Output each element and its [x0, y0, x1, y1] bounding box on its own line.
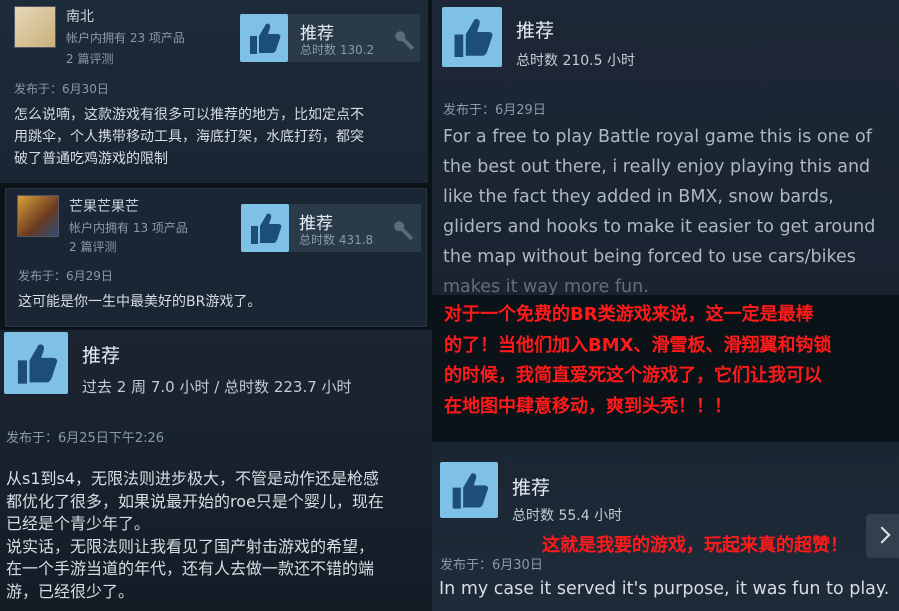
posted-date: 发布于：6月29日 [443, 103, 546, 118]
review-count[interactable]: 2 篇评测 [69, 238, 116, 255]
review-line: the map without being forced to use cars… [443, 247, 856, 267]
review-line: like the fact they added in BMX, snow ba… [443, 187, 834, 207]
translation-line: 的时候，我简直爱死这个游戏了，它们让我可以 [444, 365, 822, 386]
posted-date: 发布于：6月30日 [14, 82, 109, 96]
posted-date: 发布于：6月29日 [18, 269, 113, 283]
translation-line: 对于一个免费的BR类游戏来说，这一定是最棒 [444, 304, 814, 325]
translation-line: 在地图中肆意移动，爽到头秃！！！ [444, 395, 732, 417]
username[interactable]: 南北 [66, 6, 94, 26]
review-card-4: 推荐 总时数 210.5 小时 发布于：6月29日 For a free to … [432, 0, 899, 295]
chevron-right-icon [873, 526, 891, 544]
next-arrow-button[interactable] [866, 514, 899, 558]
hours-played: 总时数 55.4 小时 [512, 508, 623, 524]
avatar[interactable] [14, 6, 56, 48]
review-line: For a free to play Battle royal game thi… [443, 127, 872, 147]
thumbs-up-icon [240, 14, 288, 62]
review-line: the best out there, i really enjoy playi… [443, 157, 871, 177]
review-line: 都优化了很多，如果说最开始的roe只是个婴儿，现在 [6, 491, 384, 511]
hours-played: 总时数 130.2 [300, 43, 375, 57]
review-line: 破了普通吃鸡游戏的限制 [14, 151, 168, 167]
products-owned[interactable]: 帐户内拥有 13 项产品 [69, 219, 188, 236]
review-card-5: 推荐 总时数 55.4 小时 这就是我要的游戏，玩起来真的超赞！ 发布于：6月3… [432, 442, 899, 611]
verdict-label: 推荐 [512, 477, 551, 499]
key-icon [395, 31, 414, 50]
review-body: 从s1到s4，无限法则进步极大，不管是动作还是枪感 都优化了很多，如果说最开始的… [6, 468, 384, 603]
review-line: 用跳伞，个人携带移动工具，海底打架，水底打药，都突 [14, 129, 364, 145]
avatar[interactable] [17, 195, 59, 237]
thumbs-up-icon [241, 204, 289, 252]
review-body: For a free to play Battle royal game thi… [443, 122, 875, 295]
review-line: 这可能是你一生中最美好的BR游戏了。 [18, 294, 262, 310]
review-line: In my case it served it's purpose, it wa… [439, 579, 890, 599]
review-body: 怎么说喃，这款游戏有很多可以推荐的地方，比如定点不 用跳伞，个人携带移动工具，海… [14, 104, 364, 170]
review-line: 游，已经很少了。 [6, 581, 135, 601]
verdict-label: 推荐 [516, 20, 555, 42]
verdict-label: 推荐 [82, 345, 121, 367]
hours-played: 总时数 210.5 小时 [516, 53, 635, 69]
review-line: makes it way more fun. [443, 277, 649, 295]
review-line: gliders and hooks to make it easier to g… [443, 217, 876, 237]
hours-played: 总时数 431.8 [299, 233, 374, 247]
posted-date: 发布于：6月30日 [440, 558, 543, 573]
translation-line: 的了！当他们加入BMX、滑雪板、滑翔翼和钩锁 [444, 334, 832, 356]
thumbs-up-icon [440, 462, 498, 518]
verdict-box: 推荐 总时数 431.8 [241, 204, 421, 252]
hours-played: 过去 2 周 7.0 小时 / 总时数 223.7 小时 [82, 378, 352, 396]
review-line: 怎么说喃，这款游戏有很多可以推荐的地方，比如定点不 [14, 107, 364, 123]
review-line: 从s1到s4，无限法则进步极大，不管是动作还是枪感 [6, 469, 380, 488]
username[interactable]: 芒果芒果芒 [69, 196, 139, 216]
review-card-2: 芒果芒果芒 帐户内拥有 13 项产品 2 篇评测 推荐 总时数 431.8 发布… [5, 188, 427, 327]
thumbs-up-icon [442, 7, 502, 67]
review-count[interactable]: 2 篇评测 [66, 50, 113, 67]
translation-annotation: 这就是我要的游戏，玩起来真的超赞！ [542, 535, 848, 556]
review-line: 说实话，无限法则让我看见了国产射击游戏的希望， [6, 536, 375, 556]
key-icon [394, 221, 413, 240]
review-card-3: 推荐 过去 2 周 7.0 小时 / 总时数 223.7 小时 发布于：6月25… [0, 330, 432, 611]
verdict-box: 推荐 总时数 130.2 [240, 14, 420, 62]
posted-date: 发布于：6月25日下午2:26 [6, 431, 165, 446]
products-owned[interactable]: 帐户内拥有 23 项产品 [66, 29, 185, 46]
thumbs-up-icon [4, 332, 68, 394]
review-card-1: 南北 帐户内拥有 23 项产品 2 篇评测 推荐 总时数 130.2 发布于：6… [0, 0, 428, 183]
review-line: 在一个手游当道的年代，还有人去做一款还不错的端 [6, 559, 375, 578]
review-line: 已经是个青少年了。 [6, 514, 151, 533]
translation-annotation: 对于一个免费的BR类游戏来说，这一定是最棒 的了！当他们加入BMX、滑雪板、滑翔… [444, 300, 832, 422]
